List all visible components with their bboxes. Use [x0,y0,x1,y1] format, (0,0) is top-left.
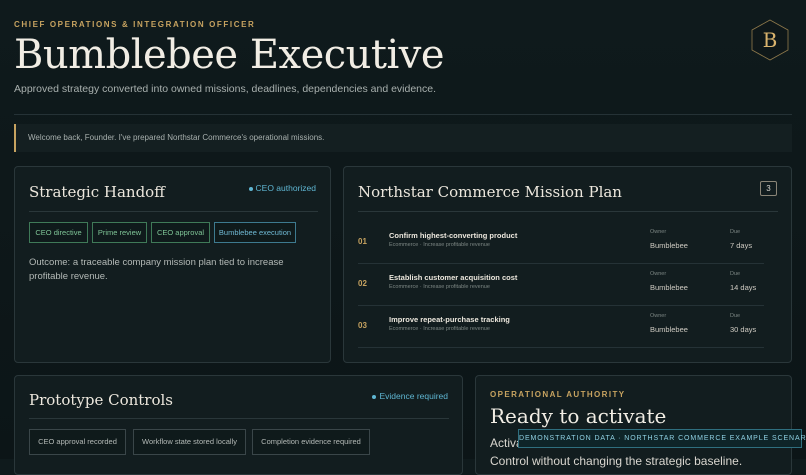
control-workflow-state-stored: Workflow state stored locally [133,429,246,455]
card-divider [29,211,318,212]
status-dot-icon [372,394,377,399]
mission-row[interactable]: 02 Establish customer acquisition cost E… [358,264,764,306]
mission-title: Establish customer acquisition cost [389,273,518,282]
mission-subtitle: Ecommerce · Increase profitable revenue [389,242,490,248]
mission-title: Improve repeat-purchase tracking [389,315,510,324]
owner-label: Owner [650,229,667,235]
header-eyebrow: CHIEF OPERATIONS & INTEGRATION OFFICER [14,20,256,29]
owner-value: Bumblebee [650,325,688,334]
mission-number: 02 [358,279,367,288]
prototype-controls-card: Prototype Controls Evidence required CEO… [14,375,463,475]
prototype-controls-title: Prototype Controls [29,391,173,409]
chip-bumblebee-execution: Bumblebee execution [214,222,296,243]
page-subtitle: Approved strategy converted into owned m… [14,83,437,95]
authority-eyebrow: OPERATIONAL AUTHORITY [490,390,626,399]
status-label: CEO authorized [255,183,316,193]
card-divider [29,418,449,419]
mission-row[interactable]: 01 Confirm highest-converting product Ec… [358,222,764,264]
due-value: 14 days [730,283,757,292]
mission-count-badge: 3 [760,181,777,196]
strategic-handoff-card: Strategic Handoff CEO authorized CEO dir… [14,166,331,363]
mission-number: 01 [358,237,367,246]
owner-value: Bumblebee [650,283,688,292]
due-value: 30 days [730,325,757,334]
due-label: Due [730,271,741,277]
owner-value: Bumblebee [650,241,688,250]
authority-body-line-2: Control without changing the strategic b… [490,454,743,468]
mission-title: Confirm highest-converting product [389,231,518,240]
brand-logo: B [749,19,791,61]
card-divider [358,211,778,212]
chip-ceo-directive: CEO directive [29,222,88,243]
row-divider [358,347,764,348]
mission-row[interactable]: 03 Improve repeat-purchase tracking Ecom… [358,306,764,348]
authority-title: Ready to activate [490,404,667,428]
evidence-required-status: Evidence required [372,391,448,401]
status-dot-icon [248,186,253,191]
mission-subtitle: Ecommerce · Increase profitable revenue [389,326,490,332]
chip-prime-review: Prime review [92,222,147,243]
ceo-authorized-status: CEO authorized [248,183,316,193]
logo-letter: B [762,28,778,52]
header-divider [14,114,792,115]
outcome-text: Outcome: a traceable company mission pla… [29,257,284,282]
owner-label: Owner [650,271,667,277]
due-label: Due [730,313,741,319]
mission-number: 03 [358,321,367,330]
strategic-handoff-title: Strategic Handoff [29,183,165,201]
mission-plan-title: Northstar Commerce Mission Plan [358,183,622,201]
operational-authority-card: OPERATIONAL AUTHORITY Ready to activate … [475,375,792,475]
demonstration-data-banner: DEMONSTRATION DATA · NORTHSTAR COMMERCE … [518,429,806,448]
control-completion-evidence: Completion evidence required [252,429,370,455]
chip-ceo-approval: CEO approval [151,222,210,243]
welcome-text: Welcome back, Founder. I've prepared Nor… [28,133,325,142]
mission-plan-card: Northstar Commerce Mission Plan 3 01 Con… [343,166,792,363]
due-label: Due [730,229,741,235]
control-ceo-approval-recorded: CEO approval recorded [29,429,126,455]
owner-label: Owner [650,313,667,319]
welcome-message: Welcome back, Founder. I've prepared Nor… [14,124,792,152]
status-label: Evidence required [379,391,448,401]
page-title: Bumblebee Executive [14,32,445,78]
due-value: 7 days [730,241,753,250]
mission-subtitle: Ecommerce · Increase profitable revenue [389,284,490,290]
